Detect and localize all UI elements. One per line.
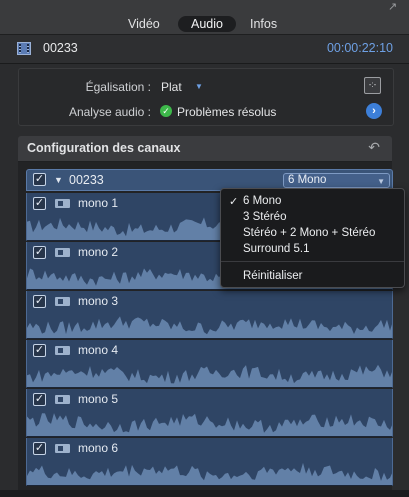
menu-item-stereo-2mono-stereo[interactable]: Stéréo + 2 Mono + Stéréo bbox=[243, 227, 375, 239]
menu-item-6-mono[interactable]: 6 Mono bbox=[243, 195, 281, 207]
channel-name: mono 3 bbox=[78, 294, 119, 308]
speaker-icon bbox=[55, 248, 70, 257]
expand-icon[interactable]: ↗ bbox=[388, 0, 406, 13]
channel-name: mono 2 bbox=[78, 245, 119, 259]
channel-name: mono 6 bbox=[78, 441, 119, 455]
bottom-scroll-area[interactable] bbox=[0, 490, 409, 497]
channel-checkbox[interactable]: ✓ bbox=[33, 295, 46, 308]
group-checkbox[interactable]: ✓ bbox=[33, 173, 46, 186]
speaker-icon bbox=[55, 346, 70, 355]
channel-row[interactable]: ✓ mono 5 bbox=[26, 389, 393, 437]
channel-config-menu: ✓ 6 Mono 3 Stéréo Stéréo + 2 Mono + Stér… bbox=[220, 188, 405, 288]
channel-name: mono 1 bbox=[78, 196, 119, 210]
chevron-down-icon[interactable]: ▼ bbox=[195, 82, 203, 91]
equalization-label: Égalisation : bbox=[85, 80, 151, 94]
equalizer-icon[interactable]: -:- bbox=[364, 77, 381, 94]
channel-name: mono 5 bbox=[78, 392, 119, 406]
channel-config-value: 6 Mono bbox=[288, 174, 327, 186]
equalization-popup[interactable]: Plat bbox=[161, 80, 182, 94]
waveform bbox=[27, 316, 392, 338]
channel-config-header: Configuration des canaux ↶ bbox=[18, 136, 392, 162]
speaker-icon bbox=[55, 395, 70, 404]
channel-checkbox[interactable]: ✓ bbox=[33, 393, 46, 406]
menu-item-reset[interactable]: Réinitialiser bbox=[243, 270, 302, 282]
menu-separator bbox=[221, 261, 404, 262]
channel-checkbox[interactable]: ✓ bbox=[33, 246, 46, 259]
channel-checkbox[interactable]: ✓ bbox=[33, 344, 46, 357]
group-name: 00233 bbox=[69, 173, 104, 187]
speaker-icon bbox=[55, 297, 70, 306]
waveform bbox=[27, 462, 392, 485]
channel-row[interactable]: ✓ mono 6 bbox=[26, 438, 393, 486]
clip-timecode: 00:00:22:10 bbox=[326, 41, 393, 55]
audio-analysis-status: Problèmes résolus bbox=[177, 105, 277, 119]
tab-audio[interactable]: Audio bbox=[178, 16, 236, 32]
disclosure-triangle-icon[interactable]: ▼ bbox=[54, 175, 63, 185]
menu-item-surround-5-1[interactable]: Surround 5.1 bbox=[243, 243, 310, 255]
waveform bbox=[27, 364, 392, 387]
channel-config-title: Configuration des canaux bbox=[27, 141, 181, 155]
clip-header: 00233 00:00:22:10 bbox=[0, 35, 409, 64]
waveform bbox=[27, 413, 392, 436]
tab-video[interactable]: Vidéo bbox=[128, 16, 160, 32]
audio-settings-panel: Égalisation : Plat ▼ -:- Analyse audio :… bbox=[18, 68, 394, 126]
speaker-icon bbox=[55, 444, 70, 453]
channel-checkbox[interactable]: ✓ bbox=[33, 197, 46, 210]
tab-info[interactable]: Infos bbox=[250, 16, 277, 32]
channel-name: mono 4 bbox=[78, 343, 119, 357]
channel-checkbox[interactable]: ✓ bbox=[33, 442, 46, 455]
channel-config-popup[interactable]: 6 Mono ▼ bbox=[283, 173, 390, 188]
arrow-right-icon[interactable]: › bbox=[366, 103, 382, 119]
menu-item-3-stereo[interactable]: 3 Stéréo bbox=[243, 211, 286, 223]
channel-row[interactable]: ✓ mono 4 bbox=[26, 340, 393, 388]
undo-icon[interactable]: ↶ bbox=[368, 139, 380, 156]
speaker-icon bbox=[55, 199, 70, 208]
channel-row[interactable]: ✓ mono 3 bbox=[26, 291, 393, 339]
clip-name: 00233 bbox=[43, 41, 78, 55]
inspector-tab-bar: Vidéo Audio Infos ↗ bbox=[0, 0, 409, 35]
audio-analysis-label: Analyse audio : bbox=[68, 105, 151, 119]
checkmark-icon: ✓ bbox=[229, 196, 239, 208]
check-circle-icon: ✓ bbox=[160, 105, 172, 117]
chevron-down-icon: ▼ bbox=[377, 177, 385, 186]
film-icon bbox=[17, 42, 31, 55]
